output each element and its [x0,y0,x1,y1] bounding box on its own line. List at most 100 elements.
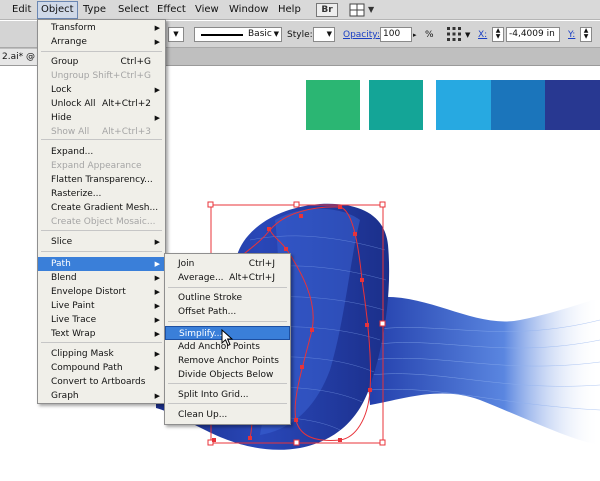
object-menu-item[interactable]: Unlock All Alt+Ctrl+2 [38,97,165,111]
submenu-arrow-icon: ▶ [154,302,160,310]
menu-separator [41,251,162,252]
object-menu-item-label: Live Paint [51,301,95,311]
path-submenu-item[interactable]: Clean Up... [165,408,290,422]
object-menu-item-label: Arrange [51,37,87,47]
menu-type[interactable]: Type [82,3,107,17]
object-menu-item[interactable]: Lock ▶ [38,83,165,97]
object-menu-item[interactable]: Clipping Mask ▶ [38,347,165,361]
object-menu-item[interactable]: Create Object Mosaic... [38,215,165,229]
menu-separator [41,51,162,52]
object-menu-item-label: Unlock All [51,99,96,109]
path-submenu-item[interactable]: Join Ctrl+J [165,257,290,271]
menu-separator [41,139,162,140]
object-menu-item[interactable]: Flatten Transparency... [38,173,165,187]
submenu-arrow-icon: ▶ [154,288,160,296]
menu-edit[interactable]: Edit [11,3,32,17]
submenu-arrow-icon: ▶ [154,24,160,32]
object-menu-item[interactable]: Expand... [38,145,165,159]
menu-object[interactable]: Object [37,1,78,19]
object-menu-item-label: Graph [51,391,79,401]
document-tab[interactable]: 2.ai* @ [0,49,38,65]
submenu-arrow-icon: ▶ [154,392,160,400]
object-menu-item[interactable]: Group Ctrl+G [38,55,165,69]
menu-view[interactable]: View [194,3,220,17]
path-submenu-item-label: Average... [178,273,224,283]
path-submenu-item-label: Clean Up... [178,410,228,420]
object-menu-item-shortcut: Ctrl+G [120,57,151,67]
menu-separator [41,230,162,231]
path-submenu-item-shortcut: Alt+Ctrl+J [229,273,275,283]
menu-help[interactable]: Help [277,3,302,17]
submenu-arrow-icon: ▶ [154,364,160,372]
object-menu-item[interactable]: Arrange ▶ [38,35,165,49]
chevron-right-icon[interactable]: ▸ [413,29,417,41]
stroke-weight-dropdown[interactable]: ▼ [168,27,184,42]
stroke-profile-line [201,34,243,36]
object-menu-item[interactable]: Live Paint ▶ [38,299,165,313]
submenu-arrow-icon: ▶ [154,238,160,246]
graphic-style-swatch[interactable]: ▼ [313,27,335,42]
object-menu-item-label: Flatten Transparency... [51,175,153,185]
path-submenu-item[interactable]: Outline Stroke [165,291,290,305]
object-menu-item-label: Blend [51,273,77,283]
object-menu-item[interactable]: Text Wrap ▶ [38,327,165,341]
path-submenu-item[interactable]: Split Into Grid... [165,388,290,402]
object-menu-item-label: Envelope Distort [51,287,126,297]
object-menu: Transform ▶ Arrange ▶ Group Ctrl+G Ungroup Shif… [37,19,166,404]
menu-separator [168,321,287,322]
swatch-green [306,80,360,130]
object-menu-item[interactable]: Ungroup Shift+Ctrl+G [38,69,165,83]
object-menu-item[interactable]: Create Gradient Mesh... [38,201,165,215]
arrange-documents-icon[interactable] [349,3,365,17]
object-menu-item[interactable]: Compound Path ▶ [38,361,165,375]
path-submenu-item[interactable]: Offset Path... [165,305,290,319]
x-value: -4,4009 in [509,29,555,39]
path-submenu-item[interactable]: Average... Alt+Ctrl+J [165,271,290,285]
object-menu-item-shortcut: Alt+Ctrl+3 [101,127,151,137]
object-menu-item-label: Lock [51,85,72,95]
percent-sign: % [425,30,434,40]
object-menu-item[interactable]: Blend ▶ [38,271,165,285]
x-input[interactable]: -4,4009 in [506,27,560,42]
chevron-down-icon[interactable]: ▼ [465,29,470,41]
menu-separator [41,342,162,343]
object-menu-item[interactable]: Slice ▶ [38,235,165,249]
submenu-arrow-icon: ▶ [154,38,160,46]
object-menu-item[interactable]: Convert to Artboards [38,375,165,389]
menu-effect[interactable]: Effect [156,3,187,17]
path-submenu-item-shortcut: Ctrl+J [248,259,275,269]
opacity-link[interactable]: Opacity: [343,29,380,41]
path-submenu-item-label: Remove Anchor Points [178,356,279,366]
object-menu-item[interactable]: Hide ▶ [38,111,165,125]
object-menu-item[interactable]: Graph ▶ [38,389,165,403]
menu-select[interactable]: Select [117,3,150,17]
submenu-arrow-icon: ▶ [154,114,160,122]
reference-point-icon[interactable] [446,26,462,46]
y-stepper[interactable]: ▲ ▼ [580,27,592,42]
y-label[interactable]: Y: [568,29,575,41]
object-menu-item[interactable]: Envelope Distort ▶ [38,285,165,299]
x-stepper[interactable]: ▲ ▼ [492,27,504,42]
object-menu-item[interactable]: Expand Appearance [38,159,165,173]
submenu-arrow-icon: ▶ [154,260,160,268]
bridge-icon[interactable]: Br [316,3,338,17]
path-submenu-item[interactable]: Remove Anchor Points [165,354,290,368]
path-submenu-item[interactable]: Divide Objects Below [165,368,290,382]
object-menu-item[interactable]: Live Trace ▶ [38,313,165,327]
menu-window[interactable]: Window [228,3,269,17]
stroke-profile-dropdown[interactable]: Basic ▼ [194,27,282,42]
object-menu-item-shortcut: Alt+Ctrl+2 [101,99,151,109]
swatch-blue [491,80,545,130]
object-menu-item[interactable]: Transform ▶ [38,21,165,35]
object-menu-item-label: Rasterize... [51,189,102,199]
path-submenu-item-label: Split Into Grid... [178,390,249,400]
object-menu-item[interactable]: Rasterize... [38,187,165,201]
object-menu-item[interactable]: Show All Alt+Ctrl+3 [38,125,165,139]
object-menu-item[interactable]: Path ▶ [38,257,165,271]
object-menu-item-label: Create Gradient Mesh... [51,203,159,213]
swatch-sky-blue [436,80,491,130]
x-label[interactable]: X: [478,29,487,41]
chevron-down-icon[interactable]: ▼ [368,3,374,17]
opacity-input[interactable]: 100 [380,27,412,42]
object-menu-item-label: Path [51,259,71,269]
